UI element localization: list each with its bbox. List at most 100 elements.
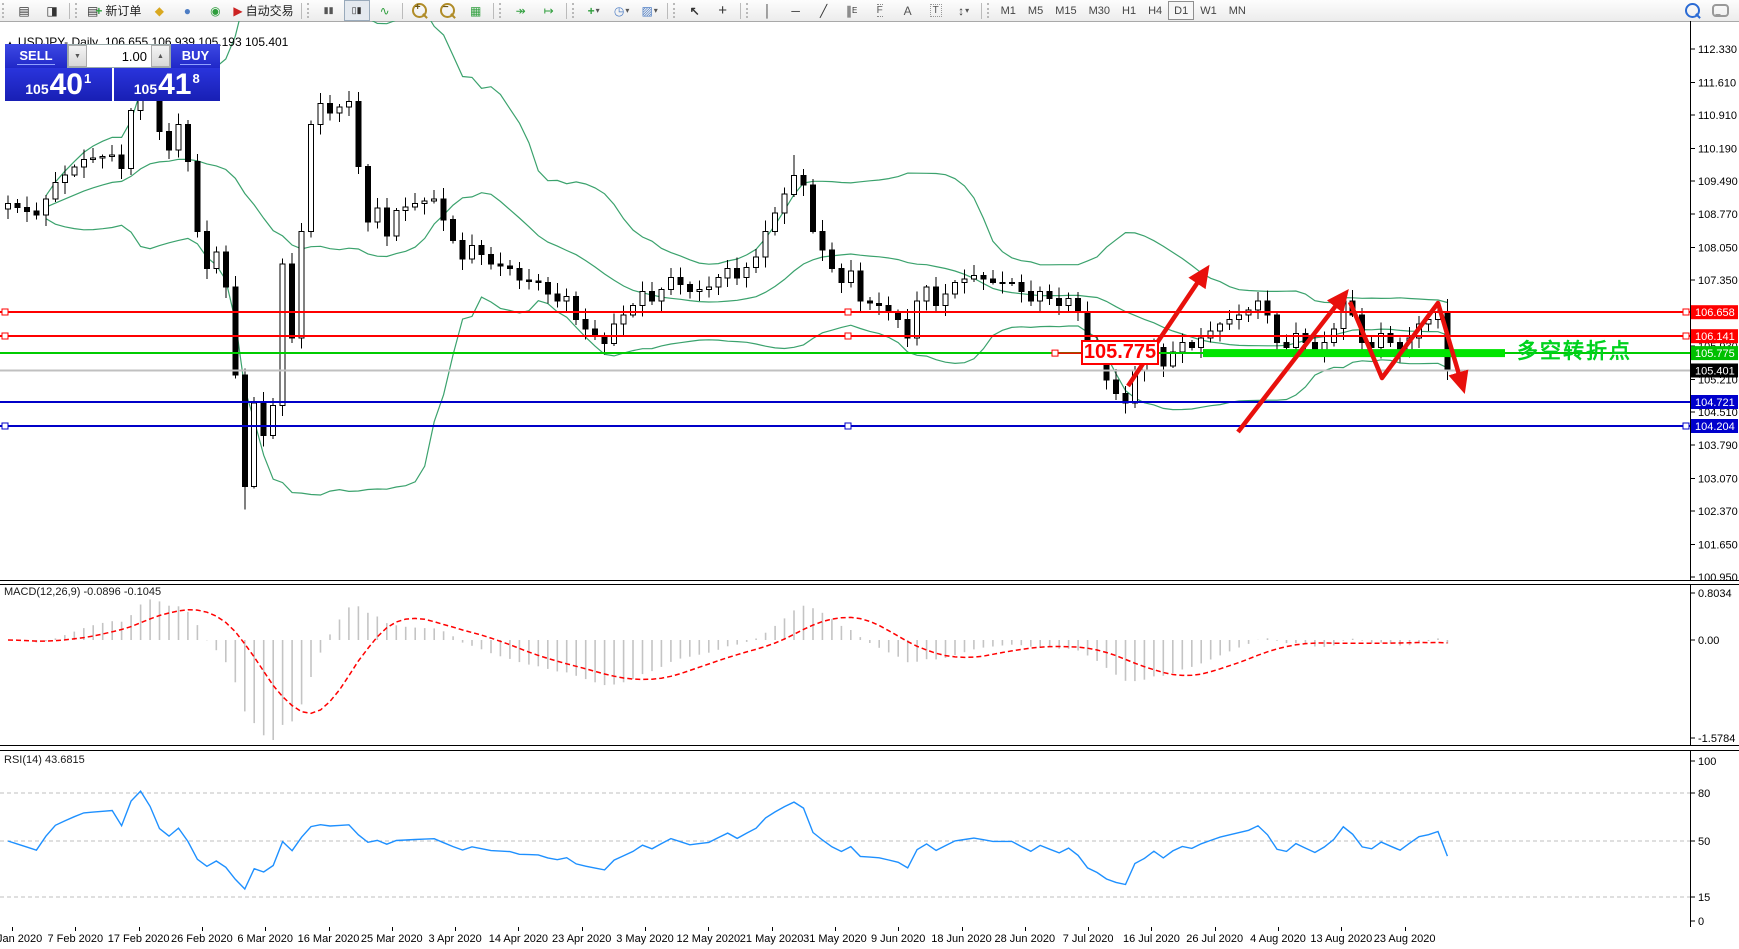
tf-m1-button[interactable]: M1 [995,1,1022,20]
date-label: 26 Jul 2020 [1186,933,1244,945]
buy-button[interactable]: BUY [171,44,220,68]
pivot-price-callout[interactable]: 105.775 [1081,340,1159,365]
new-chart-button[interactable]: ▤ [11,0,37,21]
date-axis[interactable]: 29 Jan 2020 7 Feb 202017 Feb 202026 Feb 2… [0,927,1739,949]
date-tick [834,927,836,931]
chart-shift-button[interactable]: ↦ [536,0,562,21]
svg-text:100: 100 [1698,756,1716,768]
zoom-out-button[interactable]: − [435,0,461,21]
price-axis: 112.330 111.610 110.910 110.190 109.490 108.7… [1690,21,1738,580]
svg-text:110.190: 110.190 [1698,143,1737,155]
text-label-button[interactable]: T [923,0,949,21]
svg-text:0.8034: 0.8034 [1698,588,1732,600]
indicators-icon: + [587,3,595,18]
date-tick [1214,927,1216,931]
cursor-button[interactable]: ↖ [682,0,708,21]
indicators-button[interactable]: + ▾ [581,0,607,21]
tile-windows-button[interactable]: ▦ [463,0,489,21]
volume-down-button[interactable]: ▼ [68,45,87,67]
sell-label: SELL [17,47,55,65]
toolbar-separator [980,2,982,19]
mt4-window: ▤ ◨ ▤ + 新订单 ◆ ● ◉ ▶ 自动交易 ▮▮ ▯▮ ∿ + − ▦ ↠ … [0,0,1739,949]
arrows-button[interactable]: ↕ ▾ [951,0,977,21]
macd-panel[interactable]: 0.8034 0.00 -1.5784 [0,585,1739,745]
templates-button[interactable]: ▨ ▾ [637,0,663,21]
market-watch-button[interactable]: ● [174,0,200,21]
zoom-in-button[interactable]: + [407,0,433,21]
line-chart-button[interactable]: ∿ [372,0,398,21]
date-tick [265,927,267,931]
date-label: 31 May 2020 [803,933,867,945]
tf-w1-button[interactable]: W1 [1194,1,1223,20]
volume-input[interactable] [87,45,151,67]
tf-h4-button[interactable]: H4 [1142,1,1168,20]
bar-chart-button[interactable]: ▮▮ [316,0,342,21]
new-order-button[interactable]: ▤ + 新订单 [84,0,144,21]
cursor-icon: ↖ [689,3,700,18]
sell-price-main: 40 [49,68,83,101]
date-tick [201,927,203,931]
chevron-down-icon: ▾ [653,6,658,15]
toolbar-separator [69,2,70,19]
sell-button[interactable]: SELL [5,44,67,68]
date-tick [391,927,393,931]
search-button[interactable] [1679,0,1705,21]
volume-control: ▼ ▲ [67,44,171,68]
buy-price-button[interactable]: 105 41 8 [113,68,220,101]
fibonacci-button[interactable]: F [867,0,893,21]
svg-text:103.070: 103.070 [1698,474,1738,486]
sell-price-sup: 1 [84,71,92,86]
vertical-line-icon: │ [763,3,772,18]
volume-up-button[interactable]: ▲ [151,45,170,67]
tf-d1-button[interactable]: D1 [1168,1,1195,20]
date-label: 26 Feb 2020 [171,933,233,945]
turning-point-text[interactable]: 多空转折点 [1517,335,1632,365]
signals-button[interactable]: ◉ [202,0,228,21]
vertical-line-button[interactable]: │ [755,0,781,21]
rsi-panel[interactable]: 100 80 50 15 0 [0,751,1739,927]
horizontal-line-button[interactable]: ─ [783,0,809,21]
new-chart-icon: ▤ [18,3,30,18]
toolbar: ▤ ◨ ▤ + 新订单 ◆ ● ◉ ▶ 自动交易 ▮▮ ▯▮ ∿ + − ▦ ↠ … [0,0,1739,22]
text-label-icon: T [929,4,942,17]
sell-price-button[interactable]: 105 40 1 [5,68,112,101]
history-center-button[interactable]: ◆ [146,0,172,21]
tf-m15-button[interactable]: M15 [1049,1,1082,20]
svg-text:105.775: 105.775 [1695,348,1735,360]
pivot-anchor [1051,349,1081,357]
periods-button[interactable]: ◷ ▾ [609,0,635,21]
equidistant-channel-button[interactable]: ∥ E [839,0,865,21]
autotrading-button[interactable]: ▶ 自动交易 [230,0,296,21]
profiles-icon: ◨ [46,3,58,18]
date-label: 21 May 2020 [739,933,804,945]
profiles-button[interactable]: ◨ [39,0,65,21]
candles [5,53,1451,510]
date-label: 7 Jul 2020 [1062,933,1114,945]
date-tick [1024,927,1026,931]
signal-icon: ◉ [210,3,221,18]
date-label: 7 Feb 2020 [47,933,104,945]
arrows-icon: ↕ [958,3,965,18]
trendline-button[interactable]: ╱ [811,0,837,21]
macd-histogram [16,599,1449,740]
chevron-down-icon: ▾ [965,6,970,15]
tf-m30-button[interactable]: M30 [1083,1,1116,20]
tf-h1-button[interactable]: H1 [1116,1,1142,20]
tf-mn-button[interactable]: MN [1223,1,1252,20]
auto-scroll-button[interactable]: ↠ [508,0,534,21]
svg-text:106.141: 106.141 [1695,331,1735,343]
tf-m5-button[interactable]: M5 [1022,1,1049,20]
main-chart[interactable]: 112.330 111.610 110.910 110.190 109.490 108.7… [0,21,1739,580]
green-pivot-zone[interactable] [1203,349,1505,358]
date-label: 12 May 2020 [676,933,741,945]
autotrading-icon: ▶ [233,3,243,18]
candlestick-chart-button[interactable]: ▯▮ [343,0,370,21]
text-button[interactable]: A [895,0,921,21]
chat-button[interactable] [1707,0,1733,21]
spin-up-icon: ▲ [157,52,164,60]
crosshair-button[interactable]: + [710,0,736,21]
date-label: 23 Apr 2020 [552,933,612,945]
toolbar-separator [401,2,403,19]
date-label: 3 May 2020 [616,933,674,945]
sell-price-prefix: 105 [25,81,49,97]
